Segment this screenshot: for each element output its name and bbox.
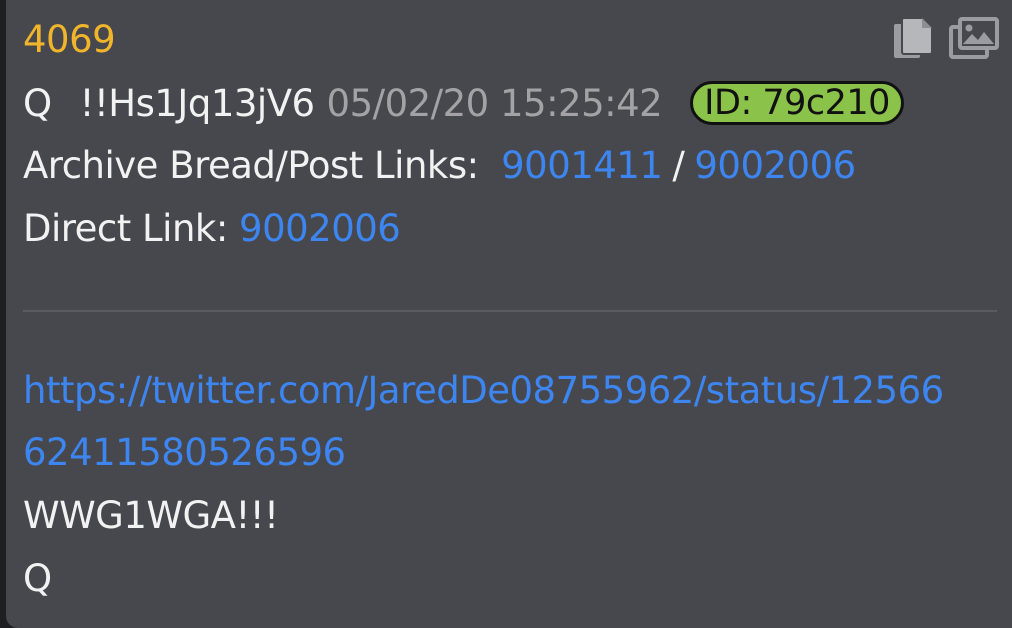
poster-id-badge[interactable]: ID: 79c210 (690, 81, 904, 125)
author-name: Q (23, 82, 52, 125)
timestamp: 05/02/20 15:25:42 (326, 82, 663, 125)
archive-links-row: Archive Bread/Post Links: 9001411/900200… (23, 144, 856, 188)
copy-icon[interactable] (890, 15, 938, 61)
twitter-link[interactable]: https://twitter.com/JaredDe08755962/stat… (23, 369, 944, 413)
twitter-link-continuation[interactable]: 62411580526596 (23, 431, 346, 475)
post-number: 4069 (23, 18, 116, 61)
post-header: Q !!Hs1Jq13jV6 05/02/20 15:25:42 ID: 79c210 (23, 81, 904, 126)
tripcode: !!Hs1Jq13jV6 (79, 82, 315, 125)
direct-link[interactable]: 9002006 (239, 207, 401, 250)
post-body-text: WWG1WGA!!! (23, 494, 279, 537)
images-icon[interactable] (948, 15, 1000, 61)
archive-separator: / (672, 144, 685, 187)
archive-links-label: Archive Bread/Post Links: (23, 144, 479, 187)
archive-post-link[interactable]: 9002006 (694, 144, 856, 187)
post-signature: Q (23, 557, 52, 600)
post-card: 4069 Q !!Hs1Jq13jV6 05/02/20 15:25:42 ID: 7… (6, 0, 1012, 628)
divider (23, 310, 997, 312)
direct-link-row: Direct Link: 9002006 (23, 207, 401, 251)
archive-bread-link[interactable]: 9001411 (501, 144, 663, 187)
direct-link-label: Direct Link: (23, 207, 228, 250)
